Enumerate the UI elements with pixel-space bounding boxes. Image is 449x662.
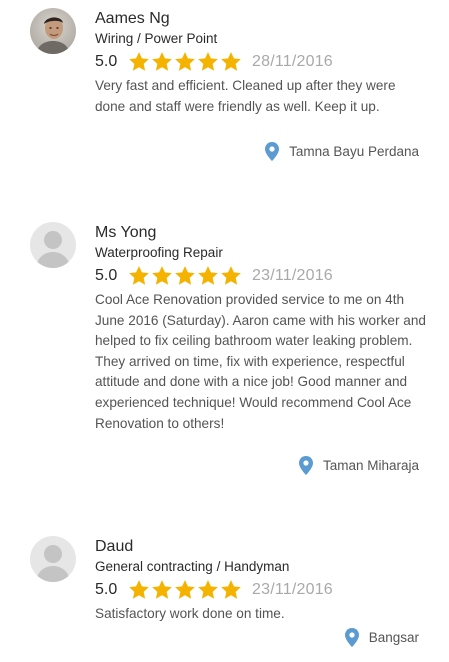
- star-icon: [221, 266, 241, 285]
- location-label: Tamna Bayu Perdana: [289, 144, 419, 159]
- star-rating: [128, 265, 243, 287]
- service-type: Wiring / Power Point: [95, 31, 218, 46]
- map-pin-icon: [298, 456, 313, 475]
- avatar-photo: [30, 8, 76, 54]
- location[interactable]: Taman Miharaja: [298, 456, 419, 475]
- avatar-placeholder-icon: [30, 536, 76, 582]
- star-icon: [221, 52, 241, 71]
- star-icon: [129, 52, 149, 71]
- star-icon: [198, 580, 218, 599]
- star-icon: [175, 580, 195, 599]
- review-comment: Cool Ace Renovation provided service to …: [95, 292, 426, 431]
- service-type: Waterproofing Repair: [95, 245, 223, 260]
- avatar[interactable]: [30, 222, 76, 268]
- review-date: 23/11/2016: [252, 267, 333, 284]
- review-date: 23/11/2016: [252, 581, 333, 598]
- reviewer-name: Daud: [95, 538, 134, 555]
- avatar[interactable]: [30, 8, 76, 54]
- star-icon: [152, 580, 172, 599]
- reviewer-name: Ms Yong: [95, 224, 157, 241]
- star-rating: [128, 579, 243, 601]
- star-icon: [198, 266, 218, 285]
- avatar[interactable]: [30, 536, 76, 582]
- star-icon: [221, 580, 241, 599]
- rating-value: 5.0: [95, 53, 118, 70]
- star-icon: [129, 580, 149, 599]
- star-icon: [175, 52, 195, 71]
- star-icon: [152, 266, 172, 285]
- rating-value: 5.0: [95, 581, 118, 598]
- rating-value: 5.0: [95, 267, 118, 284]
- service-type: General contracting / Handyman: [95, 559, 290, 574]
- star-icon: [152, 52, 172, 71]
- review-date: 28/11/2016: [252, 53, 333, 70]
- reviewer-name: Aames Ng: [95, 10, 170, 27]
- star-icon: [129, 266, 149, 285]
- map-pin-icon: [265, 142, 280, 161]
- star-icon: [175, 266, 195, 285]
- rating-row: 5.0 23/11/2016: [95, 264, 427, 288]
- star-rating: [128, 51, 243, 73]
- review-comment: Satisfactory work done on time.: [95, 606, 285, 621]
- rating-row: 5.0 23/11/2016: [95, 578, 427, 602]
- review-comment: Very fast and efficient. Cleaned up afte…: [95, 78, 396, 114]
- location[interactable]: Bangsar: [344, 628, 419, 647]
- location-label: Bangsar: [368, 630, 419, 645]
- location-label: Taman Miharaja: [322, 458, 419, 473]
- location[interactable]: Tamna Bayu Perdana: [265, 142, 419, 161]
- star-icon: [198, 52, 218, 71]
- rating-row: 5.0 28/11/2016: [95, 50, 427, 74]
- map-pin-icon: [344, 628, 359, 647]
- avatar-placeholder-icon: [30, 222, 76, 268]
